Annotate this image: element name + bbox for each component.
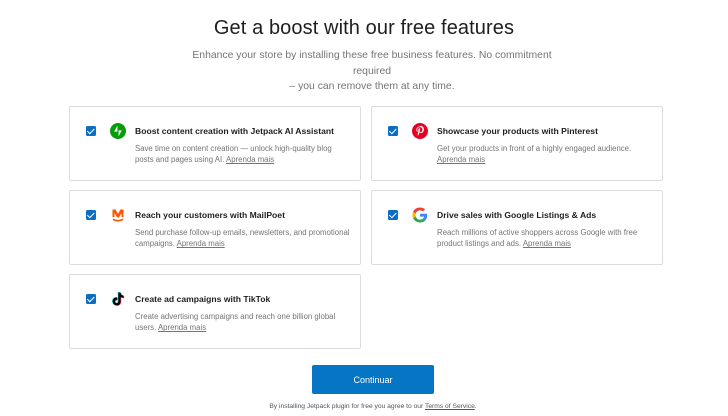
feature-description: Send purchase follow-up emails, newslett… — [135, 227, 350, 250]
terms-of-service-link[interactable]: Terms of Service — [425, 403, 475, 410]
feature-description-text: Get your products in front of a highly e… — [437, 144, 632, 153]
terms-notice-suffix: . — [474, 403, 477, 410]
google-icon — [412, 207, 428, 223]
jetpack-icon — [110, 123, 126, 139]
terms-notice-text: By installing Jetpack plugin for free yo… — [269, 403, 424, 410]
feature-description: Save time on content creation — unlock h… — [135, 143, 350, 166]
feature-description: Create advertising campaigns and reach o… — [135, 311, 350, 334]
subtitle-line-1: Enhance your store by installing these f… — [192, 50, 552, 77]
learn-more-link[interactable]: Aprenda mais — [523, 239, 571, 248]
terms-notice: By installing Jetpack plugin for free yo… — [0, 403, 728, 410]
feature-title: Drive sales with Google Listings & Ads — [437, 210, 597, 220]
tiktok-icon — [110, 291, 126, 307]
feature-checkbox-jetpack[interactable] — [86, 126, 96, 136]
feature-description: Get your products in front of a highly e… — [437, 143, 652, 166]
learn-more-link[interactable]: Aprenda mais — [177, 239, 225, 248]
learn-more-link[interactable]: Aprenda mais — [437, 155, 485, 164]
feature-card-jetpack: Boost content creation with Jetpack AI A… — [69, 106, 361, 181]
feature-card-pinterest: Showcase your products with Pinterest Ge… — [371, 106, 663, 181]
pinterest-icon — [412, 123, 428, 139]
feature-checkbox-tiktok[interactable] — [86, 294, 96, 304]
learn-more-link[interactable]: Aprenda mais — [226, 155, 274, 164]
feature-description: Reach millions of active shoppers across… — [437, 227, 652, 250]
page-subtitle: Enhance your store by installing these f… — [174, 48, 570, 95]
feature-checkbox-mailpoet[interactable] — [86, 210, 96, 220]
mailpoet-icon — [110, 207, 126, 223]
feature-card-tiktok: Create ad campaigns with TikTok Create a… — [69, 274, 361, 349]
page-title: Get a boost with our free features — [213, 17, 515, 39]
feature-card-google: Drive sales with Google Listings & Ads R… — [371, 190, 663, 265]
subtitle-line-2: – you can remove them at any time. — [289, 81, 455, 92]
feature-title: Boost content creation with Jetpack AI A… — [135, 126, 334, 136]
continue-button[interactable]: Continuar — [312, 365, 434, 394]
feature-description-text: Send purchase follow-up emails, newslett… — [135, 228, 350, 249]
feature-checkbox-google[interactable] — [388, 210, 398, 220]
feature-title: Create ad campaigns with TikTok — [135, 294, 271, 304]
feature-title: Showcase your products with Pinterest — [437, 126, 598, 136]
feature-checkbox-pinterest[interactable] — [388, 126, 398, 136]
feature-card-mailpoet: Reach your customers with MailPoet Send … — [69, 190, 361, 265]
feature-title: Reach your customers with MailPoet — [135, 210, 285, 220]
learn-more-link[interactable]: Aprenda mais — [158, 323, 206, 332]
